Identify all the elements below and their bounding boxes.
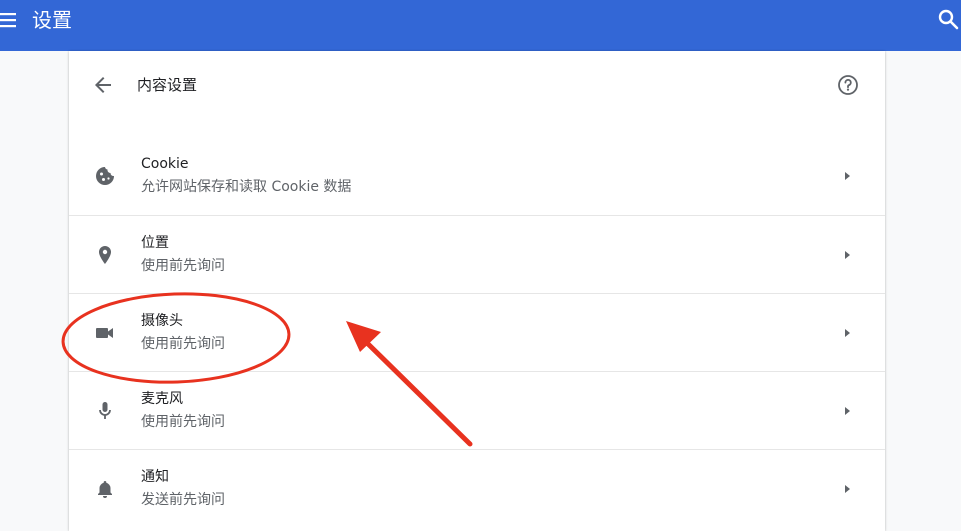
chevron-right-icon <box>841 323 855 343</box>
chevron-right-icon <box>841 166 855 186</box>
chevron-right-icon <box>841 245 855 265</box>
settings-item-title: Cookie <box>141 156 189 172</box>
settings-item-notifications[interactable]: 通知 发送前先询问 <box>69 449 885 527</box>
settings-item-subtitle: 发送前先询问 <box>141 492 225 508</box>
settings-item-title: 通知 <box>141 469 169 485</box>
settings-item-subtitle: 允许网站保存和读取 Cookie 数据 <box>141 179 352 195</box>
search-icon[interactable] <box>937 8 959 30</box>
settings-item-subtitle: 使用前先询问 <box>141 258 225 274</box>
chevron-right-icon <box>841 479 855 499</box>
settings-item-location[interactable]: 位置 使用前先询问 <box>69 215 885 293</box>
bell-icon <box>93 477 117 501</box>
settings-item-cookie[interactable]: Cookie 允许网站保存和读取 Cookie 数据 <box>69 137 885 215</box>
top-app-bar: 设置 <box>0 0 961 51</box>
microphone-icon <box>93 399 117 423</box>
settings-item-title: 位置 <box>141 235 169 251</box>
chevron-right-icon <box>841 401 855 421</box>
page-title: 内容设置 <box>137 76 198 94</box>
content-settings-card: 内容设置 Cookie 允许网站保存和读取 Cookie 数据 位置 使用前先询… <box>69 51 885 531</box>
location-pin-icon <box>93 243 117 267</box>
back-arrow-icon[interactable] <box>91 73 115 97</box>
camera-icon <box>93 321 117 345</box>
cookie-icon <box>93 164 117 188</box>
settings-item-subtitle: 使用前先询问 <box>141 336 225 352</box>
settings-list: Cookie 允许网站保存和读取 Cookie 数据 位置 使用前先询问 摄像头… <box>69 137 885 527</box>
settings-item-subtitle: 使用前先询问 <box>141 414 225 430</box>
app-title: 设置 <box>32 8 72 32</box>
menu-icon[interactable] <box>0 10 18 30</box>
settings-item-camera[interactable]: 摄像头 使用前先询问 <box>69 293 885 371</box>
settings-item-title: 摄像头 <box>141 313 183 329</box>
settings-item-title: 麦克风 <box>141 391 183 407</box>
help-icon[interactable] <box>836 73 860 97</box>
settings-item-microphone[interactable]: 麦克风 使用前先询问 <box>69 371 885 449</box>
